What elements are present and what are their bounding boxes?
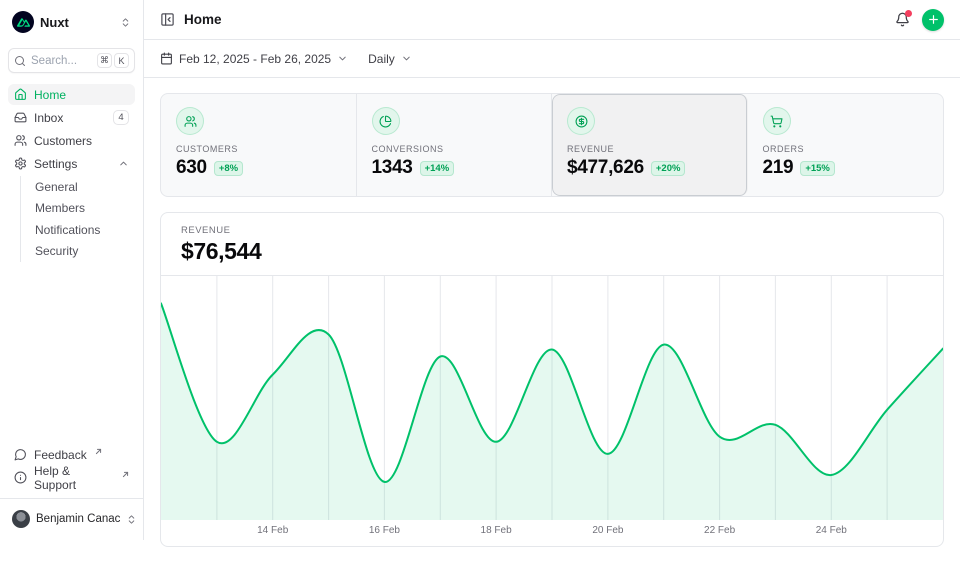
page-title: Home bbox=[184, 12, 222, 27]
stat-value: 1343 bbox=[372, 157, 413, 179]
stat-card-conversions[interactable]: CONVERSIONS 1343 +14% bbox=[357, 94, 553, 196]
users-icon bbox=[176, 107, 204, 135]
team-switcher[interactable]: Nuxt bbox=[8, 9, 135, 33]
external-link-icon bbox=[95, 448, 102, 455]
stat-value: $477,626 bbox=[567, 157, 644, 179]
chart-metric-value: $76,544 bbox=[181, 238, 923, 265]
sidebar-item-settings[interactable]: Settings bbox=[8, 153, 135, 174]
delta-badge: +14% bbox=[420, 161, 455, 176]
notification-dot bbox=[905, 10, 912, 17]
pie-chart-icon bbox=[372, 107, 400, 135]
chevron-up-icon bbox=[118, 158, 129, 169]
date-range-picker[interactable]: Feb 12, 2025 - Feb 26, 2025 bbox=[160, 52, 348, 66]
sidebar-item-security[interactable]: Security bbox=[21, 241, 135, 263]
sidebar-item-notifications[interactable]: Notifications bbox=[21, 219, 135, 241]
inbox-icon bbox=[14, 111, 27, 124]
sidebar-item-general[interactable]: General bbox=[21, 176, 135, 198]
topbar: Home bbox=[144, 0, 960, 40]
chart-header: REVENUE $76,544 bbox=[161, 213, 943, 275]
chart-metric-label: REVENUE bbox=[181, 225, 923, 236]
chevron-down-icon bbox=[337, 53, 348, 64]
settings-subtree: General Members Notifications Security bbox=[20, 176, 135, 262]
help-support-link[interactable]: Help & Support bbox=[8, 467, 135, 488]
sidebar-item-inbox[interactable]: Inbox 4 bbox=[8, 107, 135, 128]
delta-badge: +15% bbox=[800, 161, 835, 176]
stat-card-orders[interactable]: ORDERS 219 +15% bbox=[748, 94, 944, 196]
search-input[interactable]: Search... ⌘ K bbox=[8, 48, 135, 73]
revenue-chart-card: REVENUE $76,544 14 Feb 16 Feb 18 Feb 20 Feb… bbox=[160, 212, 944, 547]
feedback-link[interactable]: Feedback bbox=[8, 444, 135, 465]
search-icon bbox=[14, 55, 26, 67]
message-bubble-icon bbox=[14, 448, 27, 461]
sidebar-item-customers[interactable]: Customers bbox=[8, 130, 135, 151]
stat-value: 219 bbox=[763, 157, 794, 179]
stat-label: REVENUE bbox=[567, 144, 732, 154]
stat-label: CUSTOMERS bbox=[176, 144, 341, 154]
content: CUSTOMERS 630 +8% CONVERSIONS 1343 +14% bbox=[144, 78, 960, 562]
external-link-icon bbox=[122, 471, 129, 478]
x-tick-label: 14 Feb bbox=[257, 525, 288, 536]
nuxt-logo-icon bbox=[12, 11, 34, 33]
x-tick-label: 16 Feb bbox=[369, 525, 400, 536]
divider bbox=[0, 498, 143, 499]
user-menu[interactable]: Benjamin Canac bbox=[8, 501, 135, 530]
date-range-value: Feb 12, 2025 - Feb 26, 2025 bbox=[179, 52, 331, 66]
stat-value: 630 bbox=[176, 157, 207, 179]
period-value: Daily bbox=[368, 52, 395, 66]
x-tick-label: 24 Feb bbox=[816, 525, 847, 536]
notifications-button[interactable] bbox=[895, 12, 910, 27]
revenue-area-chart[interactable] bbox=[161, 276, 943, 520]
brand-name: Nuxt bbox=[40, 15, 69, 30]
dollar-circle-icon bbox=[567, 107, 595, 135]
stat-card-revenue[interactable]: REVENUE $477,626 +20% bbox=[552, 94, 748, 196]
plus-icon bbox=[927, 13, 940, 26]
period-select[interactable]: Daily bbox=[368, 52, 412, 66]
chevrons-up-down-icon bbox=[126, 514, 137, 525]
area-chart-svg bbox=[161, 276, 943, 520]
panel-collapse-icon[interactable] bbox=[160, 12, 175, 27]
x-tick-label: 20 Feb bbox=[592, 525, 623, 536]
delta-badge: +20% bbox=[651, 161, 686, 176]
sidebar-item-home[interactable]: Home bbox=[8, 84, 135, 105]
kbd-meta: ⌘ bbox=[97, 53, 112, 68]
sidebar: Nuxt Search... ⌘ K Home Inbox 4 bbox=[0, 0, 144, 540]
avatar bbox=[12, 510, 30, 528]
inbox-count-badge: 4 bbox=[113, 110, 129, 125]
sidebar-footer: Feedback Help & Support Benjamin Canac bbox=[8, 444, 135, 530]
calendar-icon bbox=[160, 52, 173, 65]
chevrons-up-down-icon bbox=[120, 17, 131, 28]
sidebar-item-label: Customers bbox=[34, 134, 92, 148]
sidebar-item-label: Inbox bbox=[34, 111, 63, 125]
filterbar: Feb 12, 2025 - Feb 26, 2025 Daily bbox=[144, 40, 960, 78]
x-tick-label: 22 Feb bbox=[704, 525, 735, 536]
sidebar-nav: Home Inbox 4 Customers Settings Genera bbox=[8, 84, 135, 262]
sidebar-item-members[interactable]: Members bbox=[21, 198, 135, 220]
info-icon bbox=[14, 471, 27, 484]
chevron-down-icon bbox=[401, 53, 412, 64]
search-placeholder: Search... bbox=[31, 55, 77, 67]
x-axis-labels: 14 Feb 16 Feb 18 Feb 20 Feb 22 Feb 24 Feb bbox=[161, 520, 943, 546]
stat-label: ORDERS bbox=[763, 144, 929, 154]
add-button[interactable] bbox=[922, 9, 944, 31]
users-icon bbox=[14, 134, 27, 147]
user-name: Benjamin Canac bbox=[36, 513, 120, 525]
home-icon bbox=[14, 88, 27, 101]
stats-row: CUSTOMERS 630 +8% CONVERSIONS 1343 +14% bbox=[160, 93, 944, 197]
cart-icon bbox=[763, 107, 791, 135]
footer-link-label: Feedback bbox=[34, 448, 87, 462]
sidebar-item-label: Settings bbox=[34, 157, 77, 171]
sidebar-item-label: Home bbox=[34, 88, 66, 102]
kbd-k: K bbox=[114, 53, 129, 68]
x-tick-label: 18 Feb bbox=[481, 525, 512, 536]
stat-label: CONVERSIONS bbox=[372, 144, 537, 154]
stat-card-customers[interactable]: CUSTOMERS 630 +8% bbox=[161, 94, 357, 196]
main-area: Home Feb 12, 2025 - Feb 26, 2025 Daily bbox=[144, 0, 960, 540]
delta-badge: +8% bbox=[214, 161, 243, 176]
gear-icon bbox=[14, 157, 27, 170]
footer-link-label: Help & Support bbox=[34, 464, 114, 492]
